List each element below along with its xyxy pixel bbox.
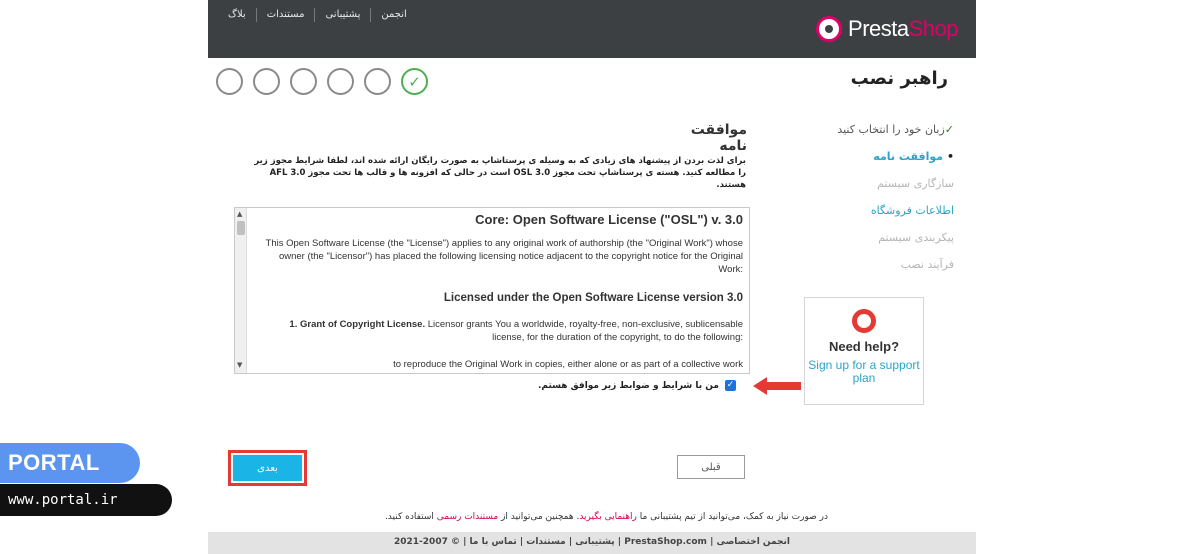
next-button-label: بعدی (233, 455, 302, 481)
support-plan-link[interactable]: Sign up for a support plan (805, 359, 923, 385)
grant-title: 1. Grant of Copyright License. (289, 319, 426, 330)
docs-link[interactable]: مستندات رسمی (437, 512, 498, 522)
puffin-icon (816, 16, 843, 42)
sidebar-item-label: موافقت نامه (873, 150, 944, 163)
sidebar-item-store-info[interactable]: اطلاعات فروشگاه (804, 197, 954, 224)
top-bar: بلاگ مستندات پشتیبانی انجمن PrestaShop (208, 0, 976, 58)
next-button[interactable]: بعدی (228, 450, 307, 486)
nav-support-link[interactable]: پشتیبانی (315, 8, 372, 22)
help-box: Need help? Sign up for a support plan (804, 297, 924, 405)
installer-window: بلاگ مستندات پشتیبانی انجمن PrestaShop ✓… (208, 0, 976, 554)
step-circle-2 (364, 68, 391, 95)
help-title: Need help? (828, 339, 900, 354)
license-scrollbar[interactable]: ▲ ▼ (235, 208, 247, 373)
sidebar-item-language[interactable]: زبان خود را انتخاب کنید✓ (804, 116, 954, 143)
step-circle-4 (290, 68, 317, 95)
help-note: در صورت نیاز به کمک، می‌توانید از تیم پش… (348, 512, 828, 522)
red-arrow-icon (753, 377, 801, 395)
sidebar-item-label: زبان خود را انتخاب کنید (837, 123, 945, 136)
portal-watermark-url: www.portal.ir (0, 484, 172, 516)
license-intro-text: برای لذت بردن از پیشنهاد های زیادی که به… (254, 156, 746, 190)
agree-label[interactable]: من با شرایط و ضوابط زیر موافق هستم. (538, 381, 719, 391)
previous-button[interactable]: قبلی (677, 455, 745, 479)
license-content: Core: Open Software License ("OSL") v. 3… (257, 208, 743, 371)
step-circle-1-check-icon: ✓ (401, 68, 428, 95)
bullet-icon: • (946, 150, 954, 163)
guide-link[interactable]: راهنمایی بگیرید (579, 512, 637, 522)
step-circle-6 (216, 68, 243, 95)
scroll-up-icon[interactable]: ▲ (237, 210, 242, 218)
sidebar-item-compatibility: سازگاری سیستم (877, 177, 954, 190)
agree-checkbox[interactable]: ✓ (724, 380, 736, 391)
section-title: موافقت نامه (690, 122, 747, 154)
license-paragraph-2: 1. Grant of Copyright License. Licensor … (257, 318, 743, 344)
license-paragraph-1: This Open Software License (the "License… (265, 238, 743, 275)
logo-text-presta: Presta (848, 16, 909, 41)
agree-row: ✓ من با شرایط و ضوابط زیر موافق هستم. (538, 380, 736, 391)
footer-links[interactable]: انجمن اختصاصی | PrestaShop.com | پشتیبان… (208, 532, 976, 554)
nav-forum-link[interactable]: انجمن (371, 8, 416, 22)
logo-text-shop: Shop (908, 16, 959, 41)
sidebar-item-install-process: فرآیند نصب (900, 258, 954, 271)
sidebar-item-license[interactable]: موافقت نامه • (804, 143, 954, 170)
page-title: راهبر نصب (850, 68, 948, 89)
nav-blog-link[interactable]: بلاگ (218, 8, 257, 22)
help-note-middle: . همچنین می‌توانید از (501, 512, 580, 522)
help-note-suffix: استفاده کنید. (384, 512, 434, 522)
portal-watermark-brand: PORTAL (0, 443, 140, 483)
license-heading: Core: Open Software License ("OSL") v. 3… (475, 212, 743, 227)
top-nav: بلاگ مستندات پشتیبانی انجمن (218, 8, 417, 22)
prestashop-logo[interactable]: PrestaShop (816, 16, 959, 42)
sidebar-item-configuration: پیکربندی سیستم (878, 231, 954, 244)
step-circle-5 (253, 68, 280, 95)
nav-docs-link[interactable]: مستندات (257, 8, 316, 22)
license-subheading: Licensed under the Open Software License… (443, 292, 743, 304)
check-icon: ✓ (944, 123, 954, 136)
progress-steps: ✓ (216, 68, 428, 95)
scroll-down-icon[interactable]: ▼ (237, 361, 242, 369)
grant-body: Licensor grants You a worldwide, royalty… (427, 319, 743, 343)
help-note-prefix: در صورت نیاز به کمک، می‌توانید از تیم پش… (639, 512, 828, 522)
license-paragraph-3: to reproduce the Original Work in copies… (393, 359, 743, 370)
install-steps-sidebar: زبان خود را انتخاب کنید✓ موافقت نامه • س… (804, 116, 954, 278)
lifebuoy-icon (852, 309, 876, 333)
scroll-thumb[interactable] (237, 221, 245, 235)
step-circle-3 (327, 68, 354, 95)
license-text-area[interactable]: ▲ ▼ Core: Open Software License ("OSL") … (234, 207, 750, 374)
